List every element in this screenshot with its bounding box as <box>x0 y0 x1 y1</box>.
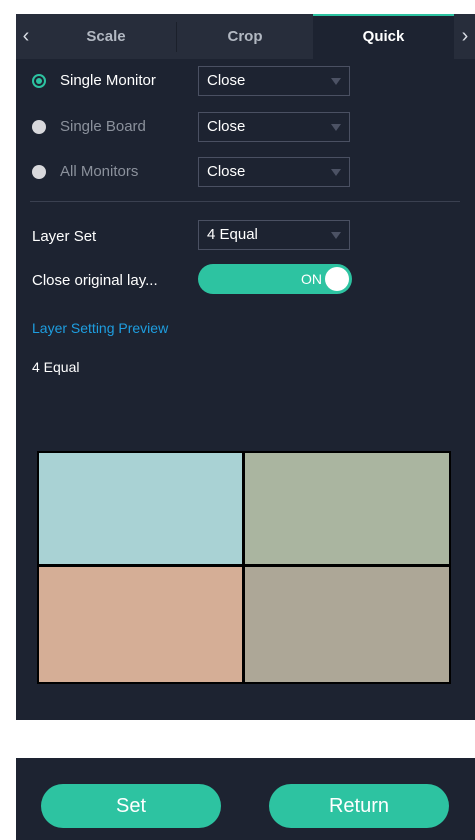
chevron-down-icon <box>331 124 341 131</box>
preview-cell <box>245 567 449 682</box>
all-monitors-radio[interactable] <box>32 165 46 179</box>
tab-bar: ‹ Scale Crop Quick › <box>16 14 475 59</box>
preview-layout-name: 4 Equal <box>32 359 80 375</box>
layer-preview-grid <box>37 451 451 684</box>
chevron-right-icon[interactable]: › <box>455 14 475 59</box>
preview-cell <box>39 453 242 564</box>
section-divider <box>30 201 460 202</box>
single-monitor-value: Close <box>207 72 246 89</box>
layer-setting-preview-title: Layer Setting Preview <box>32 320 169 336</box>
single-board-label: Single Board <box>60 118 146 135</box>
single-board-radio[interactable] <box>32 120 46 134</box>
layer-set-select[interactable]: 4 Equal <box>198 220 350 250</box>
tab-quick[interactable]: Quick <box>313 14 454 59</box>
single-monitor-label: Single Monitor <box>60 72 156 89</box>
preview-cell <box>39 567 242 682</box>
single-board-value: Close <box>207 118 246 135</box>
close-original-toggle[interactable]: ON <box>198 264 352 294</box>
quick-settings-panel: ‹ Scale Crop Quick › Single Monitor Clos… <box>16 14 475 720</box>
tab-scale[interactable]: Scale <box>36 14 176 59</box>
single-monitor-select[interactable]: Close <box>198 66 350 96</box>
action-bar: Set Return <box>16 758 475 840</box>
chevron-down-icon <box>331 78 341 85</box>
chevron-down-icon <box>331 232 341 239</box>
all-monitors-value: Close <box>207 163 246 180</box>
chevron-down-icon <box>331 169 341 176</box>
layer-set-value: 4 Equal <box>207 226 258 243</box>
single-board-select[interactable]: Close <box>198 112 350 142</box>
preview-cell <box>245 453 449 564</box>
set-button[interactable]: Set <box>41 784 221 828</box>
toggle-knob <box>325 267 349 291</box>
return-button[interactable]: Return <box>269 784 449 828</box>
single-monitor-radio[interactable] <box>32 74 46 88</box>
all-monitors-label: All Monitors <box>60 163 139 180</box>
tab-crop[interactable]: Crop <box>177 14 313 59</box>
all-monitors-select[interactable]: Close <box>198 157 350 187</box>
toggle-state-text: ON <box>301 271 322 287</box>
chevron-left-icon[interactable]: ‹ <box>16 14 36 59</box>
close-original-label: Close original lay... <box>32 272 158 289</box>
layer-set-label: Layer Set <box>32 228 97 245</box>
